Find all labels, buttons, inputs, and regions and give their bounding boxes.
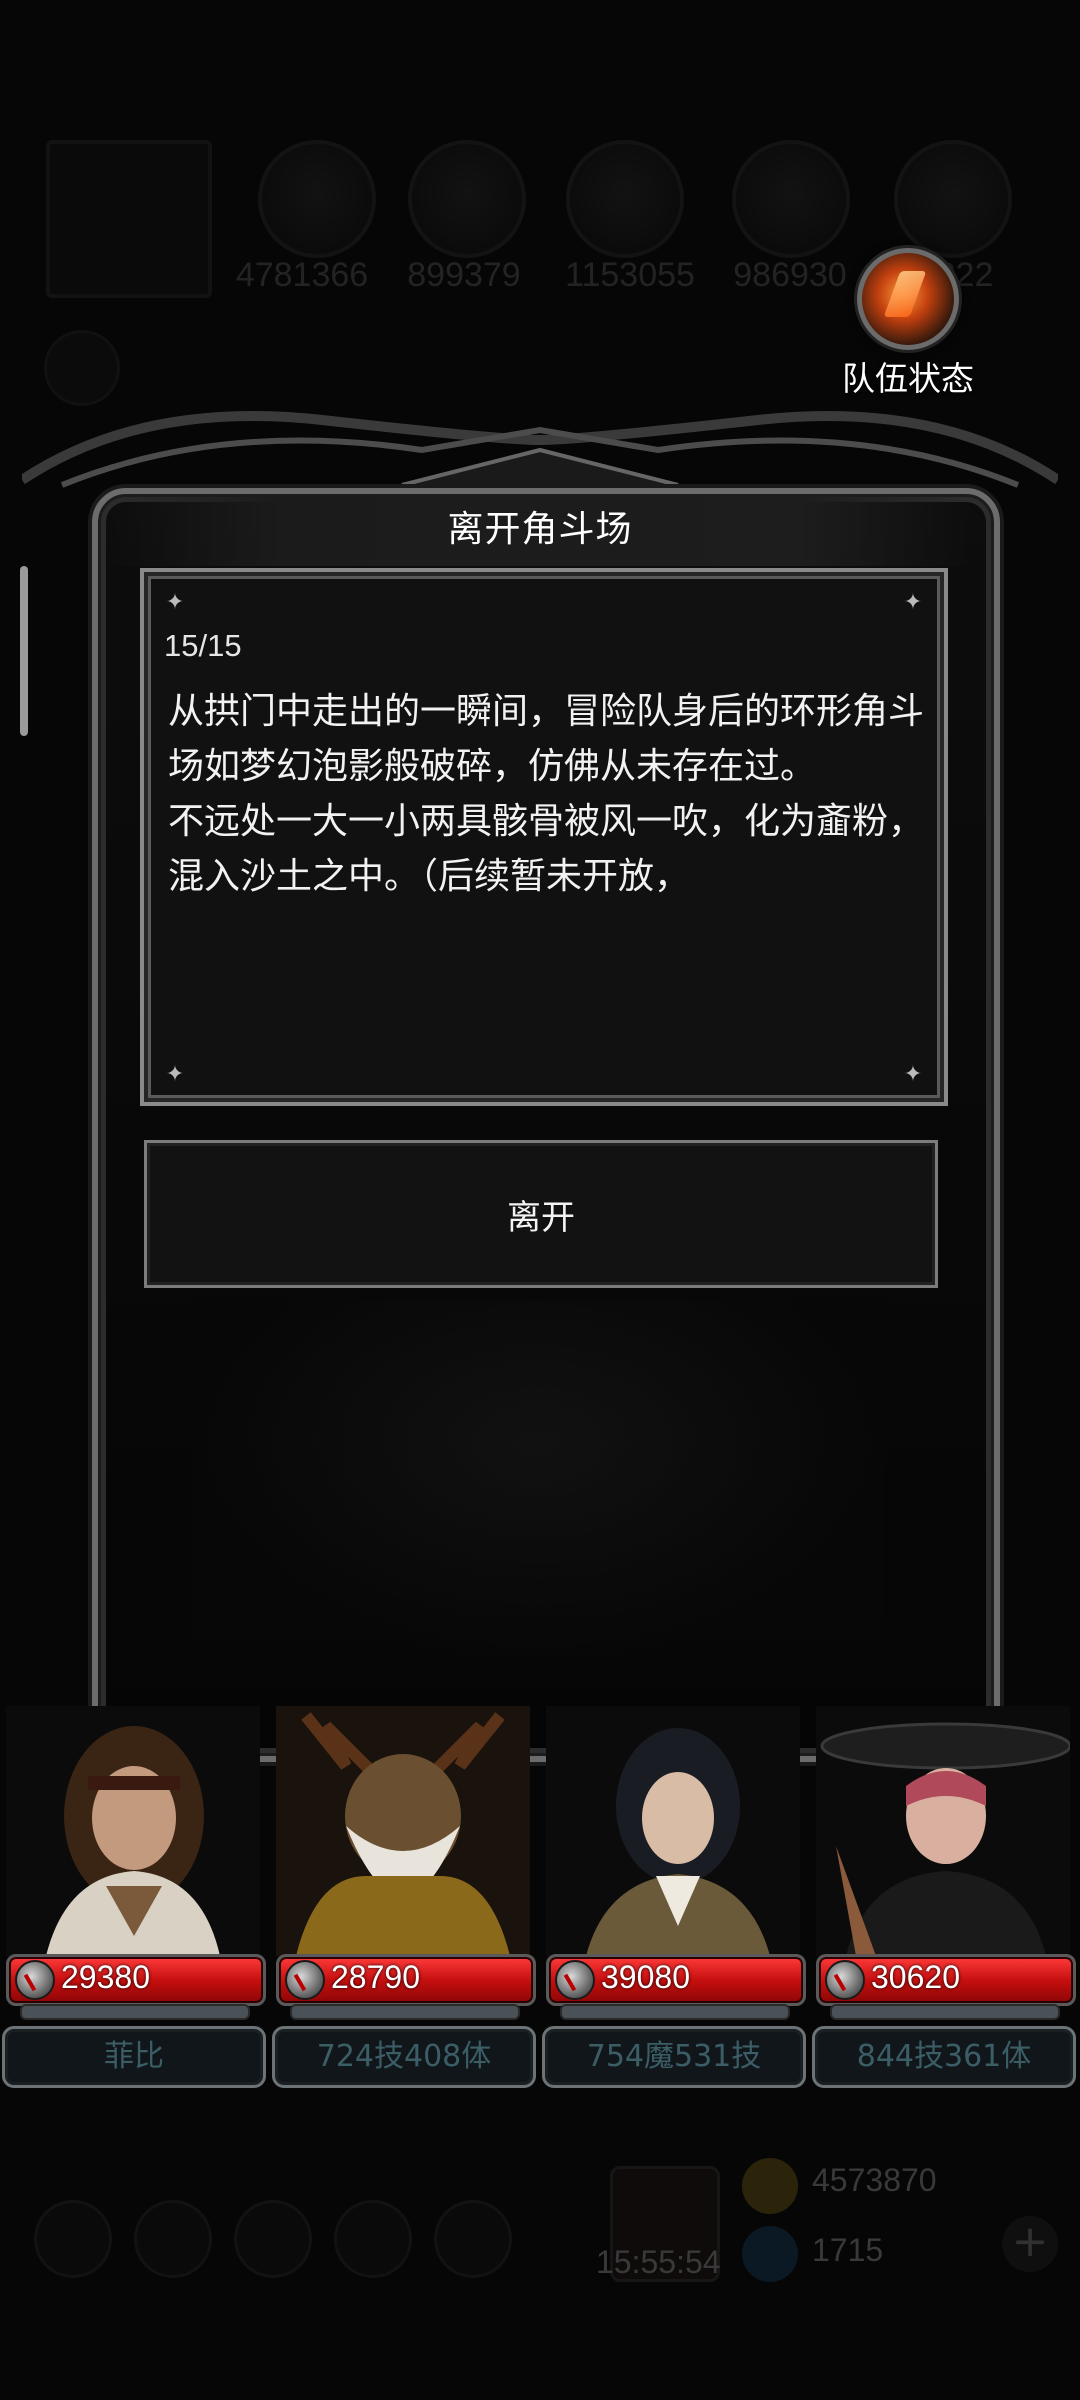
sparkle-icon: ✦: [165, 590, 185, 615]
scrollbar[interactable]: [20, 566, 28, 736]
hp-value: 39080: [601, 1959, 690, 1995]
resource-icon: [408, 140, 526, 258]
sparkle-icon: ✦: [903, 1062, 923, 1087]
menu-icon[interactable]: [34, 2200, 112, 2278]
menu-icon[interactable]: [234, 2200, 312, 2278]
page-progress: 15/15: [164, 628, 242, 663]
hp-bar: 30620: [816, 1954, 1076, 2006]
hero-stat-label: 754魔531技: [542, 2026, 806, 2088]
menu-icon[interactable]: [434, 2200, 512, 2278]
gem-amount: 1715: [812, 2232, 884, 2268]
resource-count: 1153055: [565, 256, 695, 294]
story-text: 从拱门中走出的一瞬间，冒险队身后的环形角斗场如梦幻泡影般破碎，仿佛从未存在过。 …: [168, 691, 925, 897]
leave-button[interactable]: 离开: [144, 1140, 938, 1288]
hp-value: 30620: [871, 1959, 960, 1995]
hero-portrait: [276, 1706, 530, 1956]
hero-card[interactable]: 28790 724技408体: [270, 1706, 536, 2088]
resource-icon: [258, 140, 376, 258]
hero-portrait: [546, 1706, 800, 1956]
blood-drop-icon: [285, 1960, 325, 2000]
hero-portrait: [816, 1706, 1070, 1956]
sparkle-icon: ✦: [165, 1062, 185, 1087]
mana-bar: [560, 2004, 790, 2020]
hero-stat-label: 菲比: [2, 2026, 266, 2088]
gem-icon: [742, 2226, 798, 2282]
resource-icon: [732, 140, 850, 258]
resource-count: 4781366: [235, 256, 369, 294]
hp-bar: 28790: [276, 1954, 536, 2006]
menu-icon[interactable]: [334, 2200, 412, 2278]
hero-stat-label: 724技408体: [272, 2026, 536, 2088]
gold-coin-icon: [742, 2158, 798, 2214]
hero-portrait: [6, 1706, 260, 1956]
team-status-button[interactable]: 队伍状态: [838, 248, 978, 400]
mana-bar: [830, 2004, 1060, 2020]
hp-value: 29380: [61, 1959, 150, 1995]
hero-card[interactable]: 29380 菲比: [0, 1706, 266, 2088]
hp-bar: 29380: [6, 1954, 266, 2006]
fire-orb-icon: [857, 248, 959, 350]
hp-bar: 39080: [546, 1954, 806, 2006]
dialog-title: 离开角斗场: [447, 509, 633, 550]
mana-bar: [20, 2004, 250, 2020]
game-screen: 4781366 899379 1153055 986930 822 队伍状态 离…: [0, 0, 1080, 2400]
story-text-box: ✦ ✦ ✦ ✦ 15/15 从拱门中走出的一瞬间，冒险队身后的环形角斗场如梦幻泡…: [140, 568, 948, 1106]
resource-icon: [566, 140, 684, 258]
mana-bar: [290, 2004, 520, 2020]
resource-count: 899379: [407, 256, 521, 294]
hp-value: 28790: [331, 1959, 420, 1995]
menu-icon[interactable]: [134, 2200, 212, 2278]
clock-time: 15:55:54: [596, 2244, 721, 2280]
resource-icon: [894, 140, 1012, 258]
gold-amount: 4573870: [812, 2162, 937, 2198]
blood-drop-icon: [555, 1960, 595, 2000]
sparkle-icon: ✦: [903, 590, 923, 615]
blood-drop-icon: [15, 1960, 55, 2000]
player-portrait: [46, 140, 212, 298]
background-artwork: [192, 1300, 884, 1660]
hero-stat-label: 844技361体: [812, 2026, 1076, 2088]
hero-card[interactable]: 30620 844技361体: [810, 1706, 1076, 2088]
add-currency-button[interactable]: +: [1002, 2216, 1058, 2272]
frame-ornament: [22, 411, 1058, 488]
blood-drop-icon: [825, 1960, 865, 2000]
hero-card[interactable]: 39080 754魔531技: [540, 1706, 806, 2088]
